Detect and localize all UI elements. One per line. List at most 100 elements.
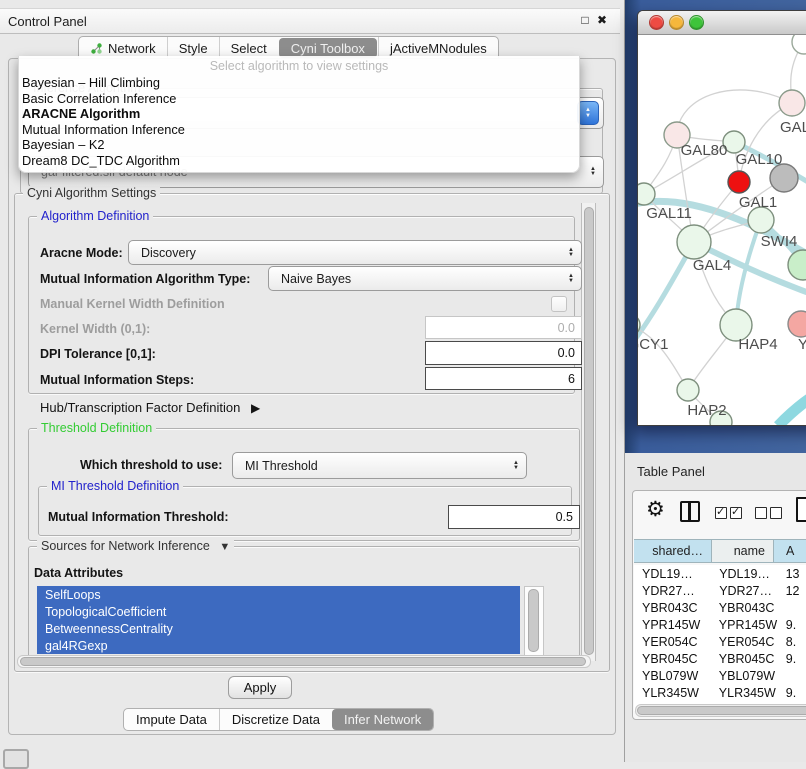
tab-impute-data[interactable]: Impute Data <box>124 709 219 730</box>
table-row[interactable]: YDR27…YDR27…12 <box>634 582 806 599</box>
network-edge[interactable] <box>677 90 792 135</box>
table-cell[interactable]: YDR27… <box>634 584 711 598</box>
table-cell[interactable]: YDL19… <box>634 567 711 581</box>
collapse-down-icon[interactable]: ▼ <box>219 541 230 553</box>
table-cell[interactable]: 9. <box>773 618 806 632</box>
aracne-mode-combo[interactable]: Discovery <box>128 240 582 265</box>
table-row[interactable]: YLR345WYLR345W9. <box>634 684 806 701</box>
gear-icon[interactable]: ⚙ <box>646 497 665 522</box>
dropdown-item[interactable]: Dream8 DC_TDC Algorithm <box>19 153 579 169</box>
table-cell[interactable]: YER054C <box>711 635 773 649</box>
zoom-window-icon[interactable] <box>689 15 704 30</box>
table-cell[interactable]: YDL19… <box>711 567 772 581</box>
network-node-node-salmon[interactable] <box>788 311 806 337</box>
network-edge[interactable] <box>638 325 688 390</box>
attribute-list-item[interactable]: SelfLoops <box>37 586 520 603</box>
table-cell[interactable]: YBL079W <box>711 669 773 683</box>
network-canvas[interactable]: GALGAL80GAL10GAL1GAL11SWI4GAL4GCY1HAP4YH… <box>638 35 806 425</box>
table-rows[interactable]: YDL19…YDL19…13YDR27…YDR27…12YBR043CYBR04… <box>634 565 806 711</box>
table-cell[interactable]: 8. <box>773 635 806 649</box>
scrollbar-thumb[interactable] <box>20 657 586 666</box>
tab-cyni-toolbox[interactable]: Cyni Toolbox <box>279 38 377 58</box>
checkbox-checked-icon[interactable] <box>730 507 742 519</box>
dropdown-item[interactable]: Bayesian – K2 <box>19 137 579 153</box>
hub-definition-toggle[interactable]: Hub/Transcription Factor Definition ▶ <box>40 400 260 415</box>
attributes-scrollbar[interactable] <box>524 586 544 656</box>
dropdown-item[interactable]: Basic Correlation Inference <box>19 91 579 107</box>
table-cell[interactable]: YPR145W <box>634 618 711 632</box>
document-icon[interactable] <box>796 497 806 522</box>
dropdown-item[interactable]: Bayesian – Hill Climbing <box>19 75 579 91</box>
float-panel-icon[interactable]: □ <box>577 8 593 32</box>
network-node-GAL11[interactable] <box>638 183 655 205</box>
dropdown-item[interactable]: Mutual Information Inference <box>19 122 579 138</box>
table-cell[interactable]: 9. <box>773 686 806 700</box>
network-node-node-gal-right[interactable] <box>779 90 805 116</box>
tab-infer-network[interactable]: Infer Network <box>332 709 433 730</box>
table-cell[interactable]: YBR043C <box>711 601 773 615</box>
dpi-tolerance-field[interactable]: 0.0 <box>425 341 582 365</box>
attribute-list-item[interactable]: BetweennessCentrality <box>37 620 520 637</box>
column-header-name[interactable]: name <box>712 539 774 563</box>
checkbox-unchecked-icon[interactable] <box>770 507 782 519</box>
table-cell[interactable]: YBR045C <box>711 652 773 666</box>
network-node-node-red[interactable] <box>728 171 750 193</box>
table-cell[interactable]: YBL079W <box>634 669 711 683</box>
scrollbar-thumb[interactable] <box>584 207 594 655</box>
checkbox-checked-icon[interactable] <box>715 507 727 519</box>
table-cell[interactable]: YER054C <box>634 635 711 649</box>
close-window-icon[interactable] <box>649 15 664 30</box>
table-row[interactable]: YER054CYER054C8. <box>634 633 806 650</box>
table-cell[interactable]: YPR145W <box>711 618 773 632</box>
network-graph[interactable]: GALGAL80GAL10GAL1GAL11SWI4GAL4GCY1HAP4YH… <box>638 35 806 425</box>
table-horizontal-scrollbar[interactable] <box>635 704 806 717</box>
minimized-panel-icon[interactable] <box>3 749 29 769</box>
which-threshold-combo[interactable]: MI Threshold <box>232 452 527 479</box>
kernel-width-field[interactable]: 0.0 <box>425 316 582 339</box>
network-window-titlebar[interactable] <box>638 11 806 35</box>
network-edge[interactable] <box>778 379 806 425</box>
attribute-list-item[interactable]: TopologicalCoefficient <box>37 603 520 620</box>
mi-threshold-field[interactable]: 0.5 <box>448 505 580 529</box>
combo-stepper-icon[interactable] <box>577 101 599 125</box>
mi-type-combo[interactable]: Naive Bayes <box>268 266 582 291</box>
column-header-shared[interactable]: shared… <box>634 539 712 563</box>
column-header-partial[interactable]: A <box>774 539 806 563</box>
expand-right-icon[interactable]: ▶ <box>251 401 260 415</box>
dropdown-item[interactable]: ARACNE Algorithm <box>19 106 579 122</box>
table-cell[interactable]: 13 <box>773 567 806 581</box>
sources-group-title[interactable]: Sources for Network Inference ▼ <box>37 539 234 553</box>
network-node-HAP2[interactable] <box>677 379 699 401</box>
attribute-list-item[interactable]: gal4RGexp <box>37 637 520 654</box>
network-node-node-gray[interactable] <box>770 164 798 192</box>
table-row[interactable]: YBR045CYBR045C9. <box>634 650 806 667</box>
table-cell[interactable]: YBR045C <box>634 652 711 666</box>
network-window[interactable]: GALGAL80GAL10GAL1GAL11SWI4GAL4GCY1HAP4YH… <box>637 10 806 426</box>
manual-kernel-checkbox[interactable] <box>551 296 567 312</box>
network-node-node-top-partial[interactable] <box>792 35 806 54</box>
network-node-node-green-right[interactable] <box>788 250 806 280</box>
table-row[interactable]: YPR145WYPR145W9. <box>634 616 806 633</box>
apply-button[interactable]: Apply <box>228 676 292 699</box>
checkbox-unchecked-icon[interactable] <box>755 507 767 519</box>
mi-steps-field[interactable]: 6 <box>425 367 582 390</box>
show-columns-icon[interactable] <box>680 501 700 522</box>
table-cell[interactable]: 9. <box>773 652 806 666</box>
data-attributes-list[interactable]: SelfLoopsTopologicalCoefficientBetweenne… <box>37 586 520 654</box>
close-panel-icon[interactable]: ✖ <box>594 8 610 32</box>
scrollbar-thumb[interactable] <box>528 589 539 652</box>
table-cell[interactable]: YDR27… <box>711 584 772 598</box>
scrollbar-thumb[interactable] <box>637 706 806 715</box>
table-row[interactable]: YBL079WYBL079W <box>634 667 806 684</box>
table-row[interactable]: YDL19…YDL19…13 <box>634 565 806 582</box>
table-cell[interactable]: YBR043C <box>634 601 711 615</box>
table-cell[interactable]: YLR345W <box>634 686 711 700</box>
table-cell[interactable]: YLR345W <box>711 686 773 700</box>
minimize-window-icon[interactable] <box>669 15 684 30</box>
settings-vertical-scrollbar[interactable] <box>581 203 596 661</box>
settings-horizontal-scrollbar[interactable] <box>17 655 591 668</box>
tab-discretize-data[interactable]: Discretize Data <box>219 709 332 730</box>
network-node-GAL4[interactable] <box>677 225 711 259</box>
table-row[interactable]: YBR043CYBR043C <box>634 599 806 616</box>
table-cell[interactable]: 12 <box>773 584 806 598</box>
